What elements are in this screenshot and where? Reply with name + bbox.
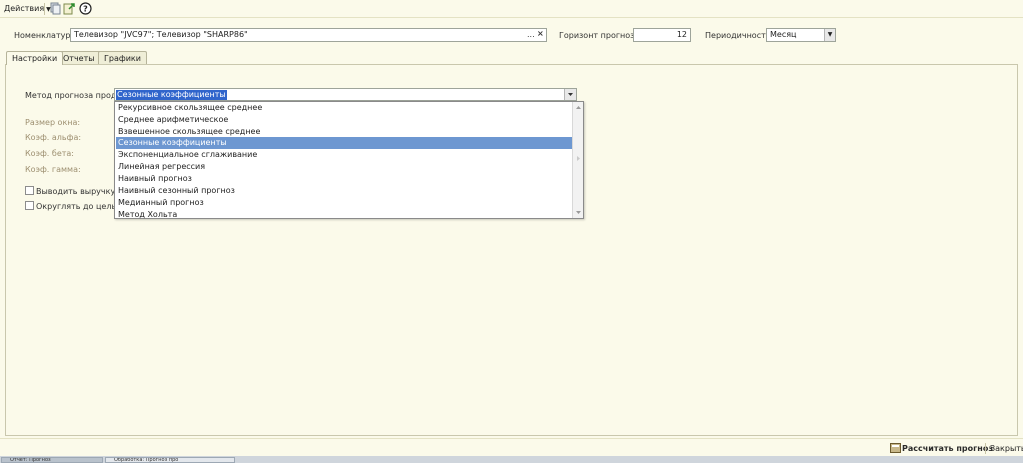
horizon-label: Горизонт прогноза: [559, 31, 643, 40]
list-item[interactable]: Линейная регрессия [116, 161, 572, 173]
taskbar-item[interactable]: Обработка: Прогноз про [105, 457, 235, 463]
list-item[interactable]: Экспоненциальное сглаживание [116, 149, 572, 161]
toolbar-separator [44, 3, 45, 15]
copy-icon[interactable] [49, 2, 62, 15]
nomenclature-field[interactable]: Телевизор "JVC97"; Телевизор "SHARP86" [70, 28, 547, 42]
list-item[interactable]: Сезонные коэффициенты [116, 137, 572, 149]
periodicity-select[interactable]: Месяц ▼ [766, 28, 836, 42]
method-select[interactable]: Сезонные коэффициенты [114, 88, 577, 101]
chevron-down-icon[interactable]: ▼ [824, 29, 835, 41]
footer-separator [985, 443, 986, 454]
window-size-label: Размер окна: [25, 118, 81, 127]
round-checkbox[interactable] [25, 201, 34, 210]
taskbar-item[interactable]: Отчет: Прогноз [1, 457, 103, 463]
alpha-label: Коэф. альфа: [25, 133, 82, 142]
close-button[interactable]: Закрыть [990, 444, 1023, 453]
actions-menu-label: Действия [4, 4, 45, 13]
round-checkbox-label: Округлять до целых [36, 202, 123, 211]
tab-reports-label: Отчеты [63, 54, 95, 63]
list-item[interactable]: Наивный прогноз [116, 173, 572, 185]
method-value: Сезонные коэффициенты [116, 90, 227, 100]
calculate-forecast-button[interactable]: Рассчитать прогноз [902, 444, 993, 453]
method-dropdown-list[interactable]: Рекурсивное скользящее среднее Среднее а… [114, 101, 584, 219]
toolbar: Действия ▼ ? [0, 0, 1023, 18]
window-taskbar: Отчет: Прогноз Обработка: Прогноз про [0, 456, 1023, 463]
periodicity-label: Периодичность: [705, 31, 774, 40]
tab-charts-label: Графики [104, 54, 141, 63]
clear-button[interactable]: × [537, 29, 544, 38]
nomenclature-label: Номенклатура: [14, 31, 79, 40]
list-item[interactable]: Рекурсивное скользящее среднее [116, 102, 572, 114]
list-item[interactable]: Среднее арифметическое [116, 114, 572, 126]
bottom-bar: Рассчитать прогноз Закрыть [0, 438, 1023, 456]
tab-settings[interactable]: Настройки [6, 51, 64, 65]
list-item[interactable]: Наивный сезонный прогноз [116, 185, 572, 197]
svg-text:?: ? [83, 5, 88, 14]
dropdown-scrollbar[interactable] [572, 102, 583, 218]
revenue-checkbox[interactable] [25, 186, 34, 195]
export-icon[interactable] [63, 2, 76, 15]
chevron-down-icon[interactable] [564, 89, 576, 100]
list-item[interactable]: Метод Хольта [116, 209, 572, 221]
periodicity-value: Месяц [770, 30, 797, 39]
nomenclature-value: Телевизор "JVC97"; Телевизор "SHARP86" [74, 30, 248, 39]
gamma-label: Коэф. гамма: [25, 165, 81, 174]
select-button[interactable]: ... [527, 30, 535, 39]
calculator-icon [890, 443, 901, 453]
beta-label: Коэф. бета: [25, 149, 75, 158]
tab-reports[interactable]: Отчеты [57, 51, 101, 64]
tab-settings-label: Настройки [12, 54, 58, 63]
help-icon[interactable]: ? [79, 2, 92, 15]
tab-charts[interactable]: Графики [98, 51, 147, 64]
horizon-value: 12 [676, 30, 687, 39]
horizon-field[interactable]: 12 [633, 28, 691, 42]
list-item[interactable]: Медианный прогноз [116, 197, 572, 209]
